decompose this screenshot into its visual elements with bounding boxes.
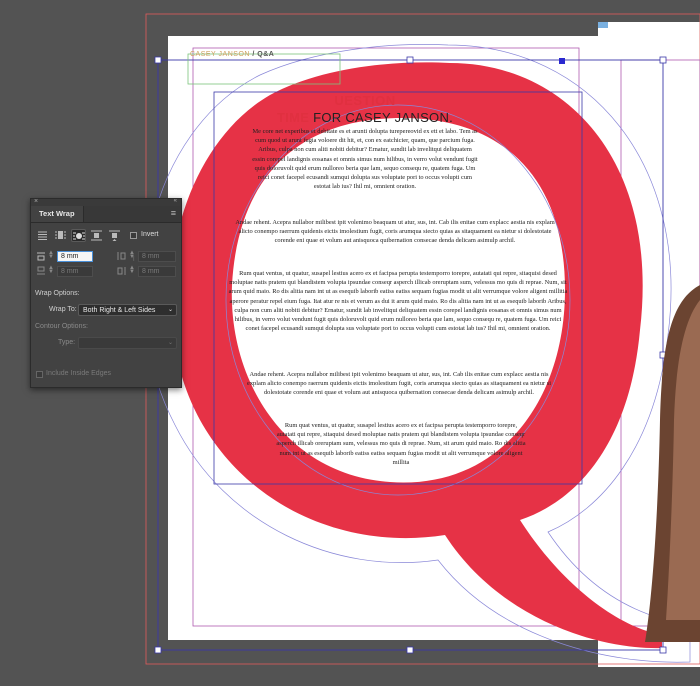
wrap-bounding-box-icon	[55, 231, 66, 239]
wrap-bounding-box-button[interactable]	[53, 229, 68, 242]
bottom-offset-input[interactable]: 8 mm	[57, 266, 93, 277]
body-paragraph-4-text: Andae rehent. Acepra nullabor milibest i…	[246, 371, 551, 397]
wrap-object-shape-button[interactable]	[71, 229, 86, 242]
include-inside-edges-checkbox[interactable]	[36, 371, 43, 378]
bottom-offset-icon	[37, 266, 45, 275]
chevron-down-icon: ⌄	[167, 307, 173, 313]
page-marker	[598, 22, 608, 28]
type-label: Type:	[58, 339, 76, 346]
panel-grip[interactable]	[31, 199, 181, 206]
panel-menu-icon[interactable]: ≡	[171, 208, 176, 218]
top-offset-input[interactable]: 8 mm	[57, 251, 93, 262]
article-title-time: TIME	[276, 110, 310, 125]
include-inside-edges-label: Include Inside Edges	[46, 370, 111, 377]
contour-type-select[interactable]: ⌄	[78, 337, 177, 349]
no-wrap-button[interactable]	[35, 229, 50, 242]
article-title-line2: TIME FOR CASEY JANSON.	[270, 110, 460, 125]
top-offset-icon	[37, 252, 45, 261]
body-paragraph-5-text: Rum quat ventus, ut quatur, susapel lest…	[276, 422, 526, 466]
bottom-offset-stepper[interactable]: ▲ ▼	[48, 265, 54, 275]
body-paragraph-3[interactable]: Rum quat ventus, ut quatur, susapel lest…	[228, 269, 568, 333]
body-paragraph-2-text: Andae rehent. Acepra nullabor milibest i…	[235, 219, 555, 245]
contour-options-heading: Contour Options:	[35, 323, 88, 330]
right-offset-icon	[117, 267, 126, 275]
invert-checkbox[interactable]	[130, 232, 137, 239]
frame-anchor-handle[interactable]	[559, 58, 565, 64]
invert-label: Invert	[141, 231, 159, 238]
running-header-section: Q&A	[257, 51, 275, 58]
left-offset-input[interactable]: 8 mm	[138, 251, 176, 262]
text-wrap-panel[interactable]: × « Text Wrap ≡ Invert ▲ ▼ 8 mm ▲ ▼ 8 mm ⦚…	[30, 198, 182, 388]
chevron-down-icon: ⌄	[167, 340, 173, 346]
body-paragraph-1[interactable]: Me core net experibus et debitate es et …	[252, 127, 478, 191]
body-paragraph-2[interactable]: Andae rehent. Acepra nullabor milibest i…	[228, 218, 562, 246]
running-header-name: CASEY JANSON	[190, 51, 250, 58]
body-paragraph-3-text: Rum quat ventus, ut quatur, susapel lest…	[228, 270, 568, 333]
wrap-to-value: Both Right & Left Sides	[83, 307, 156, 314]
left-offset-stepper[interactable]: ▲ ▼	[129, 250, 135, 260]
wrap-object-shape-icon	[73, 232, 85, 240]
no-wrap-icon	[38, 231, 47, 240]
jump-to-next-column-button[interactable]	[107, 229, 122, 242]
wrap-options-heading: Wrap Options:	[35, 290, 80, 297]
collapse-icon[interactable]: «	[174, 198, 177, 204]
body-paragraph-4[interactable]: Andae rehent. Acepra nullabor milibest i…	[244, 370, 554, 398]
close-icon[interactable]: ×	[34, 198, 38, 205]
running-header: CASEY JANSON / Q&A	[190, 51, 274, 58]
left-offset-icon	[117, 252, 126, 260]
tab-text-wrap[interactable]: Text Wrap	[31, 206, 84, 222]
right-offset-stepper[interactable]: ▲ ▼	[129, 265, 135, 275]
jump-object-button[interactable]	[89, 229, 104, 242]
jump-object-icon	[91, 230, 102, 241]
article-title-line1: UESTION	[334, 93, 396, 108]
wrap-to-label: Wrap To:	[49, 306, 77, 313]
jump-to-next-column-icon	[109, 230, 120, 241]
right-offset-input[interactable]: 8 mm	[138, 266, 176, 277]
wrap-to-select[interactable]: Both Right & Left Sides ⌄	[78, 304, 177, 316]
body-paragraph-1-text: Me core net experibus et debitate es et …	[252, 128, 478, 191]
article-title-rest: FOR CASEY JANSON.	[309, 110, 454, 125]
body-paragraph-5[interactable]: Rum quat ventus, ut quatur, susapel lest…	[276, 421, 526, 467]
top-offset-stepper[interactable]: ▲ ▼	[48, 250, 54, 260]
panel-tabbar: Text Wrap ≡	[31, 206, 181, 223]
